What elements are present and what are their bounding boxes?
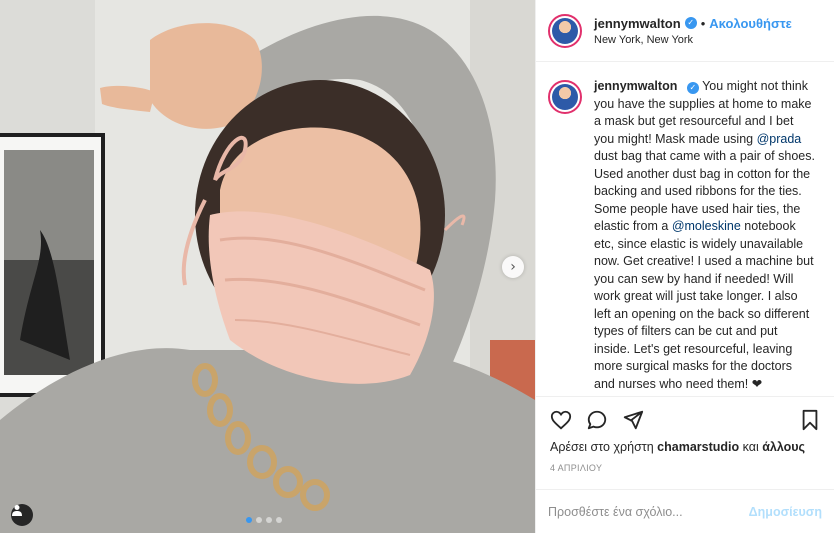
post-comment-button[interactable]: Δημοσίευση <box>749 505 822 519</box>
likes-summary: Αρέσει στο χρήστη chamarstudio και άλλου… <box>550 440 820 454</box>
mention-link[interactable]: @moleskine <box>672 219 741 233</box>
carousel-dot <box>266 517 272 523</box>
avatar[interactable] <box>548 13 582 48</box>
likes-prefix: Αρέσει στο χρήστη <box>550 440 658 454</box>
add-comment-form: Δημοσίευση <box>536 489 834 533</box>
post-modal: › jennymwalton ✓ • Ακολουθήστε New York,… <box>0 0 834 533</box>
caption-part: notebook etc, since elastic is widely un… <box>594 219 814 391</box>
post-date[interactable]: 4 ΑΠΡΙΛΙΟΥ <box>550 463 820 473</box>
post-photo[interactable]: › <box>0 0 535 533</box>
liked-by-user-link[interactable]: chamarstudio <box>657 440 739 454</box>
mention-link[interactable]: @prada <box>757 132 802 146</box>
caption-text: jennymwalton ✓ You might not think you h… <box>594 78 815 393</box>
caption-username[interactable]: jennymwalton <box>594 79 677 93</box>
user-tag-icon <box>12 505 22 516</box>
carousel-dot <box>246 517 252 523</box>
photo-illustration <box>0 0 535 533</box>
bookmark-icon[interactable] <box>800 409 820 431</box>
caption-row: jennymwalton ✓ You might not think you h… <box>548 78 822 393</box>
comment-icon[interactable] <box>586 409 608 431</box>
share-icon[interactable] <box>622 409 644 431</box>
carousel-next-button[interactable]: › <box>502 256 524 278</box>
user-tag-button[interactable] <box>11 504 33 526</box>
likes-middle: και <box>739 440 763 454</box>
carousel-dots <box>246 517 282 523</box>
carousel-dot <box>256 517 262 523</box>
verified-badge-icon: ✓ <box>684 17 697 29</box>
chevron-right-icon: › <box>510 259 516 275</box>
post-actions: Αρέσει στο χρήστη chamarstudio και άλλου… <box>536 396 834 489</box>
carousel-dot <box>276 517 282 523</box>
comments-area[interactable]: jennymwalton ✓ You might not think you h… <box>536 62 834 396</box>
post-sidebar: jennymwalton ✓ • Ακολουθήστε New York, N… <box>535 0 834 533</box>
separator-dot: • <box>700 15 706 31</box>
comment-input[interactable] <box>548 504 749 519</box>
heart-icon[interactable] <box>550 409 572 431</box>
location-link[interactable]: New York, New York <box>594 34 792 46</box>
verified-badge-icon: ✓ <box>686 82 699 94</box>
avatar[interactable] <box>548 80 582 114</box>
follow-button[interactable]: Ακολουθήστε <box>709 16 792 31</box>
post-header: jennymwalton ✓ • Ακολουθήστε New York, N… <box>536 0 834 62</box>
username-link[interactable]: jennymwalton <box>594 16 681 31</box>
liked-by-others-link[interactable]: άλλους <box>762 440 805 454</box>
